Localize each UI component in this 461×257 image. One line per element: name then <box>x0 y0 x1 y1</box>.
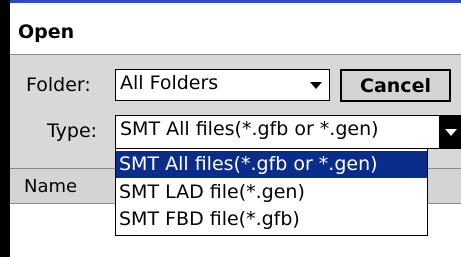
folder-select[interactable]: All Folders <box>115 69 330 101</box>
dropdown-option[interactable]: SMT FBD file(*.gfb) <box>116 206 427 233</box>
dialog-title: Open <box>18 21 75 43</box>
open-dialog: Open Folder: All Folders Cancel Type: SM… <box>0 0 461 257</box>
type-dropdown-list[interactable]: SMT All files(*.gfb or *.gen) SMT LAD fi… <box>115 148 428 236</box>
cancel-button[interactable]: Cancel <box>340 69 451 102</box>
folder-select-value: All Folders <box>120 72 219 94</box>
column-header-name[interactable]: Name <box>24 176 77 197</box>
type-label: Type: <box>47 120 98 142</box>
chevron-down-icon[interactable] <box>303 70 329 100</box>
dropdown-option[interactable]: SMT LAD file(*.gen) <box>116 179 427 206</box>
dropdown-option[interactable]: SMT All files(*.gfb or *.gen) <box>116 151 427 178</box>
type-select[interactable]: SMT All files(*.gfb or *.gen) <box>115 115 461 149</box>
title-bar: Open <box>10 3 461 55</box>
type-select-value: SMT All files(*.gfb or *.gen) <box>120 118 379 140</box>
chevron-down-icon[interactable] <box>439 116 461 148</box>
folder-label: Folder: <box>26 74 91 96</box>
